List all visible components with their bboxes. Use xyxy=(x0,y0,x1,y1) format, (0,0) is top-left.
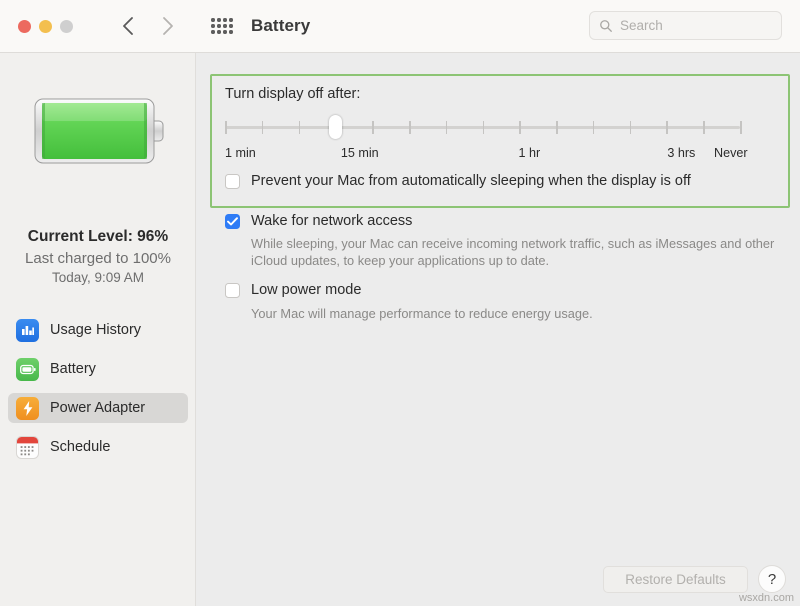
slider-tick-label: 3 hrs xyxy=(667,146,696,160)
slider-tick xyxy=(261,121,264,134)
battery-icon xyxy=(16,357,39,381)
chevron-left-icon xyxy=(123,17,133,35)
checkbox-label: Low power mode xyxy=(251,282,362,298)
back-button[interactable] xyxy=(117,14,139,38)
search-field[interactable] xyxy=(589,11,782,40)
sidebar-item-label: Battery xyxy=(50,361,96,377)
zoom-button[interactable] xyxy=(60,19,73,33)
low-power-description: Your Mac will manage performance to redu… xyxy=(251,306,593,321)
slider-tick xyxy=(703,121,705,134)
sidebar-item-battery[interactable]: Battery xyxy=(8,354,188,384)
slider-tick-label: 15 min xyxy=(340,146,379,160)
chevron-right-icon xyxy=(163,17,173,35)
turn-display-off-label: Turn display off after: xyxy=(225,86,361,102)
slider-tick xyxy=(482,121,485,134)
battery-full-icon xyxy=(34,98,164,164)
slider-tick xyxy=(408,121,411,134)
slider-tick-label: 1 min xyxy=(225,146,256,160)
last-charged-text: Last charged to 100% xyxy=(25,250,171,267)
slider-tick xyxy=(225,121,227,134)
slider-tick xyxy=(372,121,374,134)
checkbox-row-wake-network[interactable]: Wake for network access xyxy=(225,213,770,230)
slider-tick xyxy=(298,121,301,134)
display-sleep-slider[interactable] xyxy=(225,115,742,139)
slider-tick xyxy=(592,121,595,134)
page-title: Battery xyxy=(251,16,311,35)
checkbox-row-low-power[interactable]: Low power mode xyxy=(225,282,770,299)
restore-defaults-button[interactable]: Restore Defaults xyxy=(603,566,748,593)
sidebar-item-power-adapter[interactable]: Power Adapter xyxy=(8,393,188,423)
navigation-buttons xyxy=(117,14,179,38)
slider-tick xyxy=(629,121,632,134)
slider-tick xyxy=(556,121,558,134)
minimize-button[interactable] xyxy=(39,19,52,33)
bolt-icon xyxy=(16,396,39,420)
main-content: Turn display off after: 1 min 15 min 1 hr 3… xyxy=(197,53,800,606)
checkbox-label: Prevent your Mac from automatically slee… xyxy=(251,173,691,189)
charge-time-text: Today, 9:09 AM xyxy=(51,270,145,285)
battery-status-block: Current Level: 96% Last charged to 100% … xyxy=(0,228,196,285)
slider-tick xyxy=(740,121,742,134)
close-button[interactable] xyxy=(18,19,31,33)
wake-network-description: While sleeping, your Mac can receive inc… xyxy=(251,236,775,268)
calendar-icon xyxy=(16,435,39,459)
sidebar-list: Usage History Battery Power Adapter Sche… xyxy=(0,315,196,471)
preferences-window: Battery Search Current Level: 96% Last c… xyxy=(0,0,800,606)
sidebar-item-schedule[interactable]: Schedule xyxy=(8,432,188,462)
window-toolbar: Battery xyxy=(0,0,800,53)
slider-tick-label: Never xyxy=(714,146,748,160)
prevent-sleep-checkbox[interactable] xyxy=(225,174,240,189)
sidebar: Current Level: 96% Last charged to 100% … xyxy=(0,53,196,606)
sidebar-item-label: Power Adapter xyxy=(50,400,146,416)
slider-tick xyxy=(519,121,521,134)
sidebar-item-label: Usage History xyxy=(50,322,142,338)
checkbox-label: Wake for network access xyxy=(251,213,413,229)
sidebar-item-usage-history[interactable]: Usage History xyxy=(8,315,188,345)
help-button[interactable]: ? xyxy=(758,565,786,593)
checkbox-row-prevent-sleep[interactable]: Prevent your Mac from automatically slee… xyxy=(225,173,770,190)
grid-apps-icon[interactable] xyxy=(209,16,235,36)
slider-tick xyxy=(445,121,448,134)
checkmark-icon xyxy=(227,217,238,226)
sidebar-item-label: Schedule xyxy=(50,439,111,455)
search-icon xyxy=(600,19,612,32)
traffic-lights xyxy=(18,19,73,33)
wake-network-checkbox[interactable] xyxy=(225,214,240,229)
slider-tick-label: 1 hr xyxy=(518,146,541,160)
low-power-checkbox[interactable] xyxy=(225,283,240,298)
slider-tick xyxy=(666,121,669,134)
current-level-text: Current Level: 96% xyxy=(27,228,169,245)
search-input[interactable] xyxy=(620,18,770,33)
forward-button[interactable] xyxy=(157,14,179,38)
watermark-text: wsxdn.com xyxy=(738,592,794,604)
slider-thumb[interactable] xyxy=(328,115,342,139)
bar-chart-icon xyxy=(16,318,39,342)
